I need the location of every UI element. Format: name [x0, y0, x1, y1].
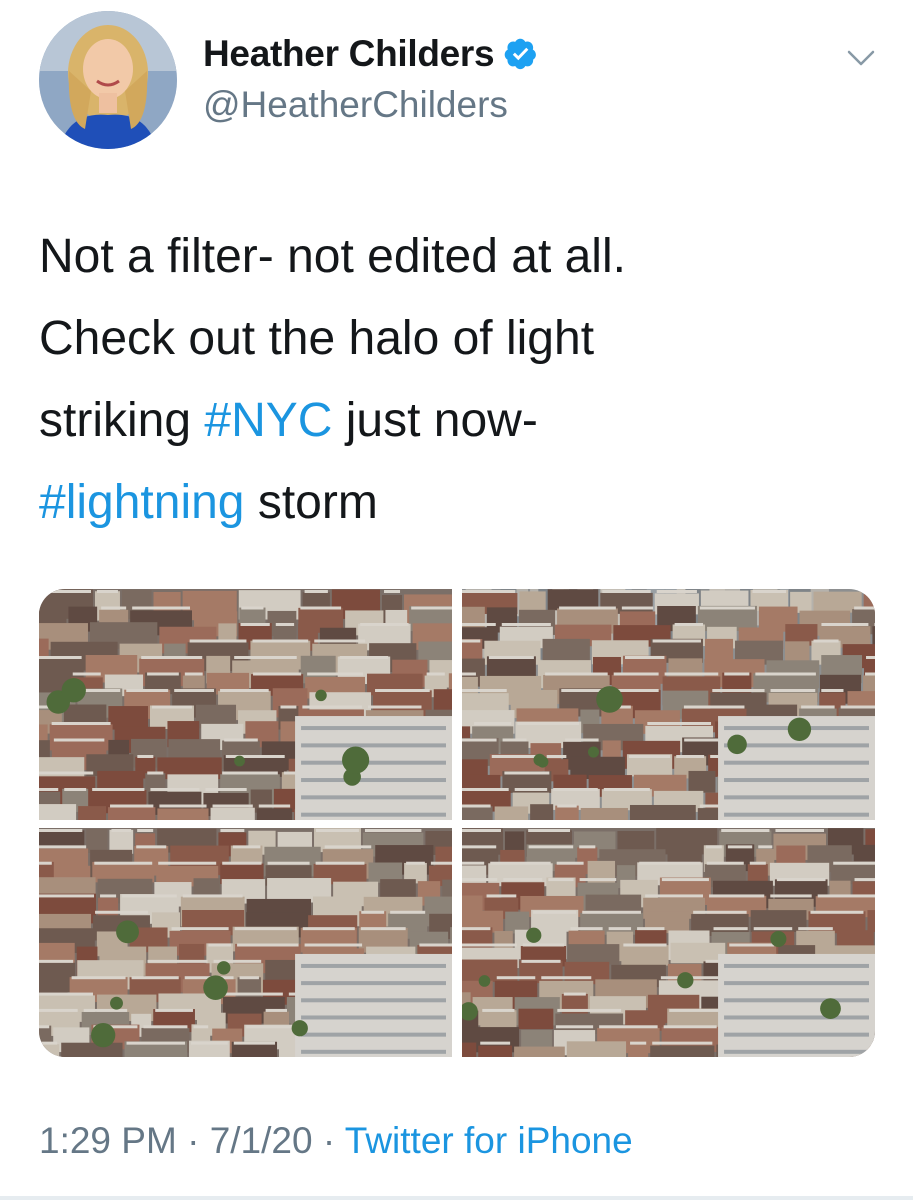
photo-image — [462, 589, 875, 820]
tweet-time[interactable]: 1:29 PM — [39, 1120, 177, 1161]
verified-badge-icon — [505, 38, 537, 70]
photo-image — [39, 589, 452, 820]
tweet-text-line: Not a filter- not edited at all. — [39, 216, 879, 298]
tweet-text-line: striking #NYC just now- — [39, 380, 879, 462]
divider — [0, 1196, 913, 1200]
hashtag-link-lightning[interactable]: #lightning — [39, 476, 245, 529]
avatar-image — [39, 11, 177, 149]
photo-image — [462, 828, 875, 1057]
tweet-text-segment: just now- — [332, 394, 538, 447]
author-handle[interactable]: @HeatherChilders — [203, 84, 508, 126]
avatar[interactable] — [39, 11, 177, 149]
media-grid — [39, 589, 875, 1057]
tweet-source-link[interactable]: Twitter for iPhone — [345, 1120, 633, 1161]
photo-image — [39, 828, 452, 1057]
tweet-text-line: Check out the halo of light — [39, 298, 879, 380]
tweet-text-segment: striking — [39, 394, 205, 447]
tweet-date[interactable]: 7/1/20 — [210, 1120, 313, 1161]
tweet-text-line: #lightning storm — [39, 462, 879, 544]
photo-1[interactable] — [39, 589, 452, 820]
meta-separator: · — [312, 1120, 345, 1161]
tweet-text-segment: Check out the halo of light — [39, 312, 595, 365]
tweet-meta: 1:29 PM · 7/1/20 · Twitter for iPhone — [39, 1120, 633, 1162]
tweet-text-segment: storm — [244, 476, 378, 529]
meta-separator: · — [176, 1120, 210, 1161]
photo-4[interactable] — [462, 828, 875, 1057]
tweet-text-segment: Not a filter- not edited at all. — [39, 230, 626, 283]
hashtag-link-nyc[interactable]: #NYC — [204, 394, 332, 447]
tweet-text: Not a filter- not edited at all. Check o… — [39, 216, 879, 544]
author-display-name[interactable]: Heather Childers — [203, 33, 495, 75]
author-name-row[interactable]: Heather Childers — [203, 30, 538, 78]
chevron-down-icon[interactable] — [844, 40, 878, 74]
photo-3[interactable] — [39, 828, 452, 1057]
photo-2[interactable] — [462, 589, 875, 820]
